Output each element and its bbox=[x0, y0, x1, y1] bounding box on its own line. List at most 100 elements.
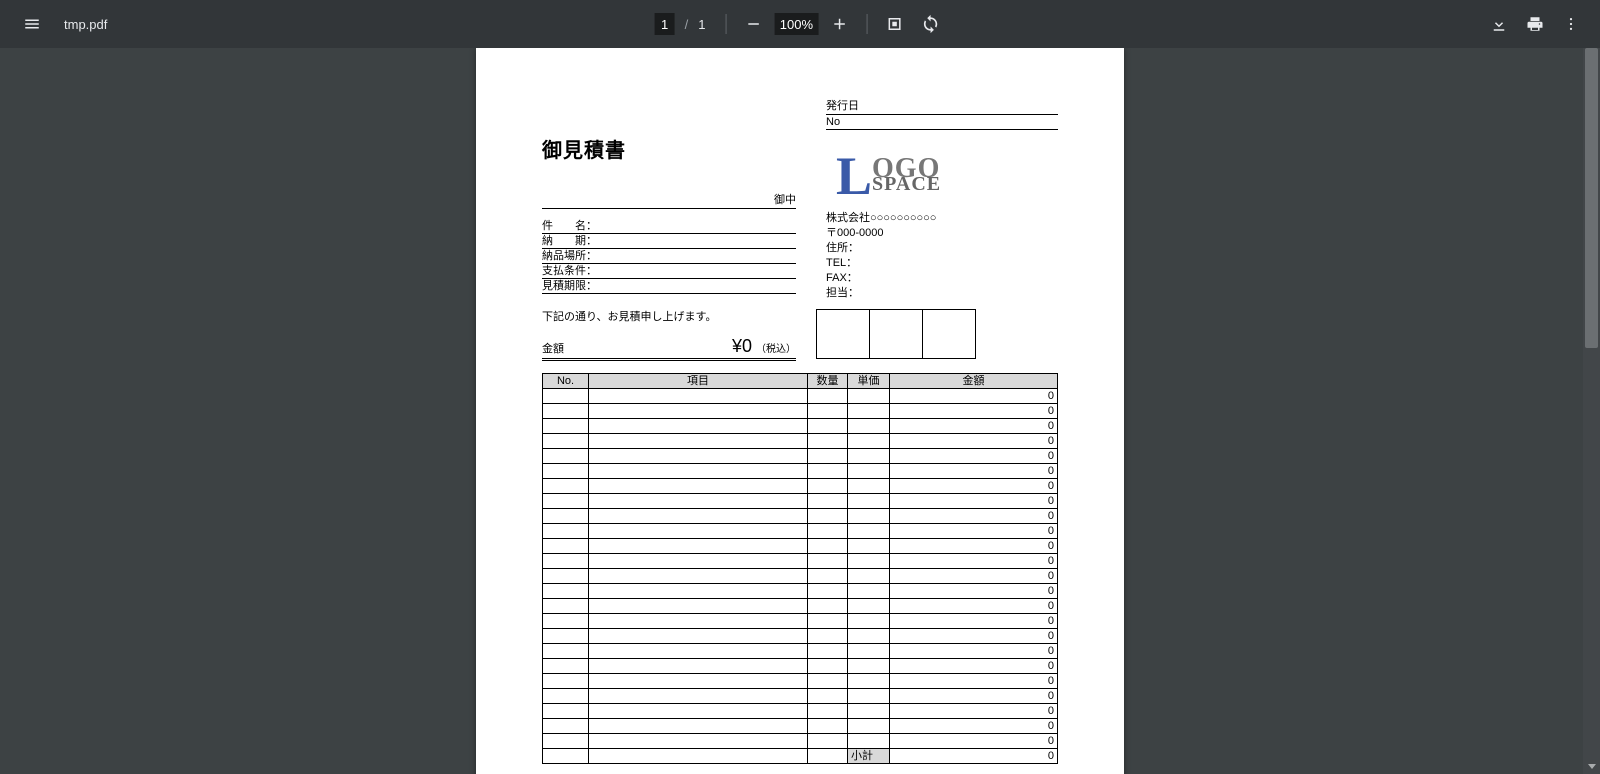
table-row: 0 bbox=[543, 464, 1058, 479]
table-header-row: No. 項目 数量 単価 金額 bbox=[543, 374, 1058, 389]
zoom-input[interactable] bbox=[774, 13, 818, 35]
table-row: 0 bbox=[543, 659, 1058, 674]
field-delivery: 納 期： bbox=[542, 234, 796, 249]
seal-box bbox=[870, 310, 923, 358]
table-row: 0 bbox=[543, 674, 1058, 689]
client-name-line: 御中 bbox=[542, 191, 796, 209]
th-no: No. bbox=[543, 374, 589, 389]
table-row: 0 bbox=[543, 599, 1058, 614]
download-button[interactable] bbox=[1484, 9, 1514, 39]
table-row: 0 bbox=[543, 419, 1058, 434]
doc-title: 御見積書 bbox=[542, 134, 796, 163]
subtotal-label: 小計 bbox=[848, 749, 890, 764]
doc-no-row: No bbox=[826, 115, 1058, 130]
more-button[interactable] bbox=[1556, 9, 1586, 39]
scroll-down-arrow[interactable] bbox=[1583, 757, 1600, 774]
client-suffix: 御中 bbox=[774, 194, 796, 206]
table-row: 0 bbox=[543, 404, 1058, 419]
company-contact: 担当： bbox=[826, 286, 1058, 301]
page-separator: / bbox=[685, 17, 689, 32]
cell-amount: 0 bbox=[890, 524, 1058, 539]
cell-amount: 0 bbox=[890, 659, 1058, 674]
seal-box bbox=[817, 310, 870, 358]
cell-amount: 0 bbox=[890, 569, 1058, 584]
subtotal-value: 0 bbox=[890, 749, 1058, 764]
items-table: No. 項目 数量 単価 金額 000000000000000000000000… bbox=[542, 373, 1058, 764]
table-row: 0 bbox=[543, 689, 1058, 704]
table-row: 0 bbox=[543, 539, 1058, 554]
amount-block: 金額 ¥0 （税込） bbox=[542, 336, 796, 361]
cell-amount: 0 bbox=[890, 434, 1058, 449]
filename: tmp.pdf bbox=[64, 17, 107, 32]
logo: LOGOSPACE bbox=[836, 152, 1058, 201]
zoom-in-button[interactable] bbox=[824, 9, 854, 39]
company-postal: 〒000-0000 bbox=[826, 226, 1058, 241]
field-place: 納品場所： bbox=[542, 249, 796, 264]
cell-amount: 0 bbox=[890, 404, 1058, 419]
field-subject: 件 名： bbox=[542, 219, 796, 234]
company-fax: FAX： bbox=[826, 271, 1058, 286]
table-row: 0 bbox=[543, 479, 1058, 494]
rotate-button[interactable] bbox=[915, 9, 945, 39]
cell-amount: 0 bbox=[890, 509, 1058, 524]
cell-amount: 0 bbox=[890, 554, 1058, 569]
pdf-viewport[interactable]: 御見積書 御中 件 名： 納 期： 納品場所： 支払条件： 見積期限： 下記の通… bbox=[0, 48, 1600, 774]
print-button[interactable] bbox=[1520, 9, 1550, 39]
cell-amount: 0 bbox=[890, 389, 1058, 404]
cell-amount: 0 bbox=[890, 644, 1058, 659]
cell-amount: 0 bbox=[890, 674, 1058, 689]
table-row: 0 bbox=[543, 494, 1058, 509]
cell-amount: 0 bbox=[890, 419, 1058, 434]
company-info: 株式会社○○○○○○○○○○ 〒000-0000 住所： TEL： FAX： 担… bbox=[826, 211, 1058, 301]
cell-amount: 0 bbox=[890, 539, 1058, 554]
cell-amount: 0 bbox=[890, 479, 1058, 494]
table-row: 0 bbox=[543, 554, 1058, 569]
toolbar-divider bbox=[866, 14, 867, 34]
amount-tax: （税込） bbox=[756, 340, 796, 355]
table-row: 0 bbox=[543, 719, 1058, 734]
issue-date-row: 発行日 bbox=[826, 96, 1058, 115]
subtotal-row: 小計 0 bbox=[543, 749, 1058, 764]
seal-box bbox=[923, 310, 975, 358]
amount-label: 金額 bbox=[542, 340, 564, 356]
fit-page-button[interactable] bbox=[879, 9, 909, 39]
cell-amount: 0 bbox=[890, 689, 1058, 704]
seal-boxes bbox=[816, 309, 976, 359]
table-row: 0 bbox=[543, 614, 1058, 629]
table-row: 0 bbox=[543, 584, 1058, 599]
cell-amount: 0 bbox=[890, 599, 1058, 614]
table-row: 0 bbox=[543, 509, 1058, 524]
vertical-scrollbar[interactable] bbox=[1583, 48, 1600, 774]
cell-amount: 0 bbox=[890, 464, 1058, 479]
company-address: 住所： bbox=[826, 241, 1058, 256]
cell-amount: 0 bbox=[890, 734, 1058, 749]
field-payment: 支払条件： bbox=[542, 264, 796, 279]
table-row: 0 bbox=[543, 734, 1058, 749]
table-row: 0 bbox=[543, 644, 1058, 659]
th-item: 項目 bbox=[589, 374, 808, 389]
pdf-page: 御見積書 御中 件 名： 納 期： 納品場所： 支払条件： 見積期限： 下記の通… bbox=[476, 48, 1124, 774]
page-total: 1 bbox=[698, 17, 705, 32]
th-price: 単価 bbox=[848, 374, 890, 389]
company-tel: TEL： bbox=[826, 256, 1058, 271]
zoom-out-button[interactable] bbox=[738, 9, 768, 39]
cell-amount: 0 bbox=[890, 629, 1058, 644]
cell-amount: 0 bbox=[890, 719, 1058, 734]
table-row: 0 bbox=[543, 389, 1058, 404]
cell-amount: 0 bbox=[890, 449, 1058, 464]
toolbar-divider bbox=[725, 14, 726, 34]
amount-value: ¥0 bbox=[732, 336, 752, 357]
cell-amount: 0 bbox=[890, 704, 1058, 719]
table-row: 0 bbox=[543, 524, 1058, 539]
scrollbar-thumb[interactable] bbox=[1585, 48, 1598, 348]
table-row: 0 bbox=[543, 704, 1058, 719]
cell-amount: 0 bbox=[890, 494, 1058, 509]
page-input[interactable] bbox=[655, 13, 675, 35]
menu-button[interactable] bbox=[20, 12, 44, 36]
quote-note: 下記の通り、お見積申し上げます。 bbox=[542, 308, 796, 324]
company-name: 株式会社○○○○○○○○○○ bbox=[826, 211, 1058, 226]
cell-amount: 0 bbox=[890, 614, 1058, 629]
cell-amount: 0 bbox=[890, 584, 1058, 599]
field-expiry: 見積期限： bbox=[542, 279, 796, 294]
pdf-toolbar: tmp.pdf / 1 bbox=[0, 0, 1600, 48]
